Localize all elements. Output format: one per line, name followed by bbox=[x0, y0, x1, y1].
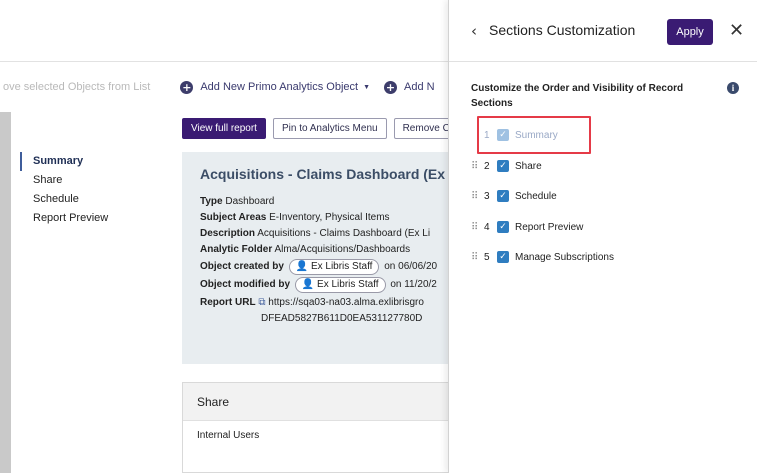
modified-date: on 11/20/2 bbox=[390, 279, 437, 290]
summary-card: Acquisitions - Claims Dashboard (Ex Lib … bbox=[182, 152, 448, 364]
internal-users-label: Internal Users bbox=[197, 430, 260, 441]
section-number: 2 bbox=[484, 160, 490, 172]
chevron-left-icon[interactable]: ‹ bbox=[471, 22, 477, 40]
section-item-manage-subscriptions[interactable]: ⠿ 5 ✓ Manage Subscriptions bbox=[471, 249, 614, 265]
nav-item-share[interactable]: Share bbox=[20, 171, 108, 190]
schedule-checkbox[interactable]: ✓ bbox=[497, 190, 509, 202]
section-item-schedule[interactable]: ⠿ 3 ✓ Schedule bbox=[471, 188, 557, 204]
left-scroll-strip bbox=[0, 112, 11, 473]
copy-icon[interactable]: ⧉ bbox=[258, 297, 265, 308]
section-number: 4 bbox=[484, 221, 490, 233]
add-primo-analytics-button[interactable]: + Add New Primo Analytics Object ▼ bbox=[180, 80, 371, 94]
toolbar: ove selected Objects from List + Add New… bbox=[0, 62, 448, 112]
created-user-chip[interactable]: 👤 Ex Libris Staff bbox=[288, 259, 380, 275]
plus-circle-icon: + bbox=[384, 80, 398, 94]
section-number: 3 bbox=[484, 190, 490, 202]
share-header: Share bbox=[183, 383, 448, 421]
section-label: Manage Subscriptions bbox=[515, 251, 614, 263]
panel-title: Sections Customization bbox=[489, 22, 636, 38]
action-buttons: View full report Pin to Analytics Menu R… bbox=[182, 118, 466, 139]
created-date: on 06/06/20 bbox=[384, 261, 438, 272]
created-user: Ex Libris Staff bbox=[310, 261, 373, 272]
modified-user: Ex Libris Staff bbox=[317, 279, 379, 290]
section-item-share[interactable]: ⠿ 2 ✓ Share bbox=[471, 158, 542, 174]
modified-user-chip[interactable]: 👤 Ex Libris Staff bbox=[294, 277, 386, 293]
pin-to-menu-button[interactable]: Pin to Analytics Menu bbox=[272, 118, 387, 139]
add-other-label: Add N bbox=[404, 81, 435, 93]
panel-subtitle: Customize the Order and Visibility of Re… bbox=[471, 83, 684, 109]
panel-header: ‹ Sections Customization Apply ✕ bbox=[449, 0, 757, 62]
type-value: Dashboard bbox=[225, 196, 275, 207]
type-label: Type bbox=[200, 196, 223, 207]
url-label: Report URL bbox=[200, 297, 256, 308]
sections-customization-panel: ‹ Sections Customization Apply ✕ Customi… bbox=[448, 0, 757, 473]
drag-handle-icon[interactable]: ⠿ bbox=[471, 161, 481, 172]
highlight-box bbox=[477, 116, 591, 154]
modified-label: Object modified by bbox=[200, 279, 291, 290]
nav-item-schedule[interactable]: Schedule bbox=[20, 190, 108, 209]
top-header bbox=[0, 0, 448, 62]
caret-down-icon: ▼ bbox=[363, 83, 371, 91]
url-row-continued: DFEAD5827B611D0EA531127780D bbox=[261, 313, 423, 324]
drag-handle-icon[interactable]: ⠿ bbox=[471, 191, 481, 202]
info-icon[interactable]: i bbox=[727, 82, 739, 94]
user-icon: 👤 bbox=[295, 261, 309, 272]
url-value[interactable]: https://sqa03-na03.alma.exlibrisgro bbox=[268, 297, 424, 308]
section-nav: Summary Share Schedule Report Preview bbox=[20, 152, 108, 228]
subject-row: Subject Areas E-Inventory, Physical Item… bbox=[200, 210, 448, 226]
created-row: Object created by 👤 Ex Libris Staff on 0… bbox=[200, 259, 448, 275]
subject-value: E-Inventory, Physical Items bbox=[269, 212, 390, 223]
type-row: Type Dashboard bbox=[200, 194, 448, 210]
share-card: Share Internal Users bbox=[182, 382, 448, 473]
section-number: 5 bbox=[484, 251, 490, 263]
report-preview-checkbox[interactable]: ✓ bbox=[497, 221, 509, 233]
url-row: Report URL ⧉ https://sqa03-na03.alma.exl… bbox=[200, 295, 448, 311]
description-label: Description bbox=[200, 228, 256, 239]
section-label: Report Preview bbox=[515, 221, 584, 233]
add-primo-analytics-label: Add New Primo Analytics Object bbox=[200, 81, 359, 93]
report-title: Acquisitions - Claims Dashboard (Ex Lib bbox=[200, 166, 448, 182]
created-label: Object created by bbox=[200, 261, 284, 272]
nav-item-summary[interactable]: Summary bbox=[20, 152, 108, 171]
section-label: Share bbox=[515, 160, 542, 172]
remove-selected-button[interactable]: ove selected Objects from List bbox=[3, 81, 150, 93]
folder-row: Analytic Folder Alma/Acquisitions/Dashbo… bbox=[200, 242, 448, 258]
apply-button[interactable]: Apply bbox=[667, 19, 713, 45]
folder-label: Analytic Folder bbox=[200, 244, 273, 255]
description-row: Description Acquisitions - Claims Dashbo… bbox=[200, 226, 448, 242]
add-other-button[interactable]: + Add N bbox=[384, 80, 435, 94]
section-label: Schedule bbox=[515, 190, 557, 202]
view-full-report-button[interactable]: View full report bbox=[182, 118, 266, 139]
share-checkbox[interactable]: ✓ bbox=[497, 160, 509, 172]
nav-item-report-preview[interactable]: Report Preview bbox=[20, 209, 108, 228]
section-item-report-preview[interactable]: ⠿ 4 ✓ Report Preview bbox=[471, 219, 583, 235]
folder-value: Alma/Acquisitions/Dashboards bbox=[274, 244, 411, 255]
manage-subscriptions-checkbox[interactable]: ✓ bbox=[497, 251, 509, 263]
drag-handle-icon[interactable]: ⠿ bbox=[471, 252, 481, 263]
description-value: Acquisitions - Claims Dashboard (Ex Li bbox=[257, 228, 431, 239]
plus-circle-icon: + bbox=[180, 80, 194, 94]
user-icon: 👤 bbox=[301, 279, 315, 290]
drag-handle-icon[interactable]: ⠿ bbox=[471, 222, 481, 233]
subject-label: Subject Areas bbox=[200, 212, 267, 223]
close-icon[interactable]: ✕ bbox=[729, 20, 744, 41]
modified-row: Object modified by 👤 Ex Libris Staff on … bbox=[200, 277, 448, 293]
